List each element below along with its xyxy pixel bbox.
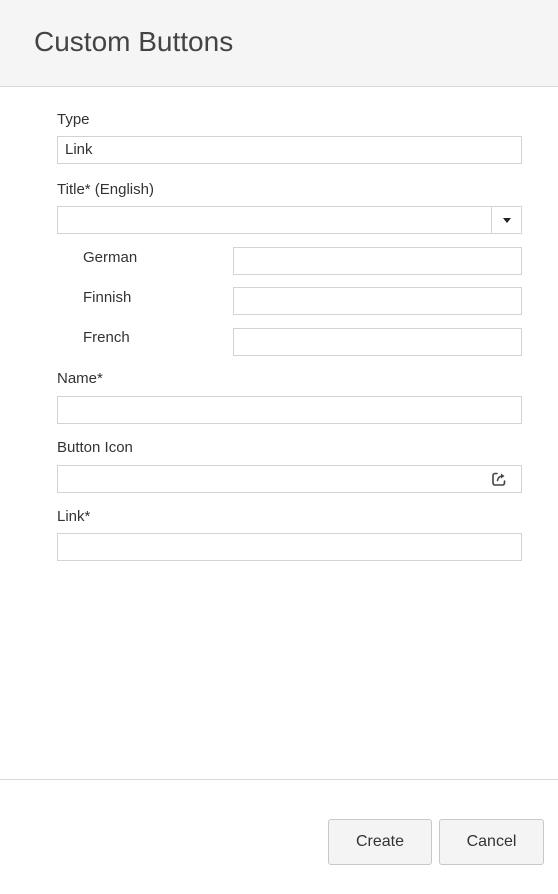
german-title-input[interactable] xyxy=(233,247,522,275)
language-dropdown-toggle[interactable] xyxy=(491,207,521,233)
create-button[interactable]: Create xyxy=(328,819,432,865)
name-label: Name* xyxy=(57,370,103,387)
name-input[interactable] xyxy=(57,396,522,424)
type-field[interactable]: Link xyxy=(57,136,522,164)
dialog-title: Custom Buttons xyxy=(34,26,234,57)
dialog-header: Custom Buttons xyxy=(0,0,558,87)
title-english-label: Title* (English) xyxy=(57,181,154,198)
caret-down-icon xyxy=(502,217,511,223)
finnish-label: Finnish xyxy=(83,289,132,306)
german-label: German xyxy=(83,249,138,266)
type-label: Type xyxy=(57,111,90,128)
french-title-input[interactable] xyxy=(233,328,522,356)
link-input[interactable] xyxy=(57,533,522,561)
finnish-title-input[interactable] xyxy=(233,287,522,315)
footer-divider xyxy=(0,779,558,780)
title-english-field[interactable] xyxy=(57,206,522,234)
button-icon-field[interactable] xyxy=(57,465,522,493)
cancel-button[interactable]: Cancel xyxy=(439,819,544,865)
external-link-icon[interactable] xyxy=(491,471,507,487)
button-icon-label: Button Icon xyxy=(57,439,133,456)
french-label: French xyxy=(83,329,130,346)
link-label: Link* xyxy=(57,508,91,525)
